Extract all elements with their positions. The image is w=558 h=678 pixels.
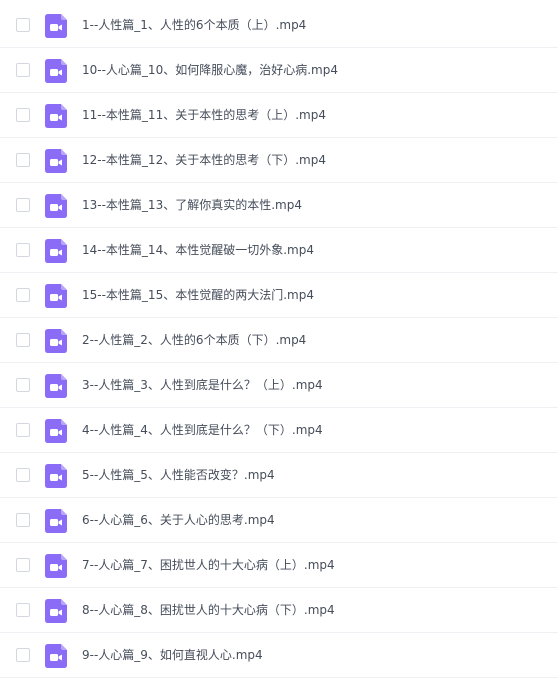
file-row[interactable]: 2--人性篇_2、人性的6个本质（下）.mp4 — [0, 318, 558, 363]
file-name[interactable]: 4--人性篇_4、人性到底是什么？（下）.mp4 — [82, 422, 323, 438]
video-file-icon — [45, 554, 67, 578]
file-name[interactable]: 14--本性篇_14、本性觉醒破一切外象.mp4 — [82, 242, 314, 258]
file-checkbox[interactable] — [16, 558, 30, 572]
file-row[interactable]: 4--人性篇_4、人性到底是什么？（下）.mp4 — [0, 408, 558, 453]
file-checkbox[interactable] — [16, 288, 30, 302]
file-checkbox[interactable] — [16, 108, 30, 122]
file-row[interactable]: 10--人心篇_10、如何降服心魔，治好心病.mp4 — [0, 48, 558, 93]
file-checkbox[interactable] — [16, 153, 30, 167]
video-file-icon — [45, 59, 67, 83]
file-row[interactable]: 6--人心篇_6、关于人心的思考.mp4 — [0, 498, 558, 543]
video-file-icon — [45, 644, 67, 668]
video-file-icon — [45, 239, 67, 263]
file-checkbox[interactable] — [16, 243, 30, 257]
video-file-icon — [45, 509, 67, 533]
file-row[interactable]: 1--人性篇_1、人性的6个本质（上）.mp4 — [0, 3, 558, 48]
file-name[interactable]: 8--人心篇_8、困扰世人的十大心病（下）.mp4 — [82, 602, 335, 618]
file-name[interactable]: 11--本性篇_11、关于本性的思考（上）.mp4 — [82, 107, 326, 123]
file-row[interactable]: 5--人性篇_5、人性能否改变？.mp4 — [0, 453, 558, 498]
file-row[interactable]: 15--本性篇_15、本性觉醒的两大法门.mp4 — [0, 273, 558, 318]
file-checkbox[interactable] — [16, 18, 30, 32]
file-checkbox[interactable] — [16, 333, 30, 347]
file-checkbox[interactable] — [16, 63, 30, 77]
file-row[interactable]: 14--本性篇_14、本性觉醒破一切外象.mp4 — [0, 228, 558, 273]
file-list: 1--人性篇_1、人性的6个本质（上）.mp4 10--人心篇_10、如何降服心魔… — [0, 0, 558, 678]
file-name[interactable]: 13--本性篇_13、了解你真实的本性.mp4 — [82, 197, 302, 213]
file-row[interactable]: 7--人心篇_7、困扰世人的十大心病（上）.mp4 — [0, 543, 558, 588]
file-checkbox[interactable] — [16, 198, 30, 212]
file-checkbox[interactable] — [16, 648, 30, 662]
file-row[interactable]: 9--人心篇_9、如何直视人心.mp4 — [0, 633, 558, 678]
file-name[interactable]: 6--人心篇_6、关于人心的思考.mp4 — [82, 512, 275, 528]
file-checkbox[interactable] — [16, 378, 30, 392]
video-file-icon — [45, 14, 67, 38]
file-row[interactable]: 13--本性篇_13、了解你真实的本性.mp4 — [0, 183, 558, 228]
video-file-icon — [45, 149, 67, 173]
video-file-icon — [45, 599, 67, 623]
file-name[interactable]: 2--人性篇_2、人性的6个本质（下）.mp4 — [82, 332, 306, 348]
file-name[interactable]: 5--人性篇_5、人性能否改变？.mp4 — [82, 467, 275, 483]
file-name[interactable]: 12--本性篇_12、关于本性的思考（下）.mp4 — [82, 152, 326, 168]
file-checkbox[interactable] — [16, 603, 30, 617]
file-name[interactable]: 15--本性篇_15、本性觉醒的两大法门.mp4 — [82, 287, 314, 303]
video-file-icon — [45, 284, 67, 308]
file-name[interactable]: 7--人心篇_7、困扰世人的十大心病（上）.mp4 — [82, 557, 335, 573]
file-row[interactable]: 12--本性篇_12、关于本性的思考（下）.mp4 — [0, 138, 558, 183]
file-name[interactable]: 3--人性篇_3、人性到底是什么？（上）.mp4 — [82, 377, 323, 393]
video-file-icon — [45, 104, 67, 128]
file-checkbox[interactable] — [16, 423, 30, 437]
video-file-icon — [45, 464, 67, 488]
file-row[interactable]: 11--本性篇_11、关于本性的思考（上）.mp4 — [0, 93, 558, 138]
file-row[interactable]: 8--人心篇_8、困扰世人的十大心病（下）.mp4 — [0, 588, 558, 633]
file-name[interactable]: 10--人心篇_10、如何降服心魔，治好心病.mp4 — [82, 62, 338, 78]
file-checkbox[interactable] — [16, 468, 30, 482]
file-name[interactable]: 1--人性篇_1、人性的6个本质（上）.mp4 — [82, 17, 306, 33]
file-name[interactable]: 9--人心篇_9、如何直视人心.mp4 — [82, 647, 263, 663]
video-file-icon — [45, 329, 67, 353]
file-checkbox[interactable] — [16, 513, 30, 527]
file-row[interactable]: 3--人性篇_3、人性到底是什么？（上）.mp4 — [0, 363, 558, 408]
video-file-icon — [45, 374, 67, 398]
video-file-icon — [45, 419, 67, 443]
video-file-icon — [45, 194, 67, 218]
